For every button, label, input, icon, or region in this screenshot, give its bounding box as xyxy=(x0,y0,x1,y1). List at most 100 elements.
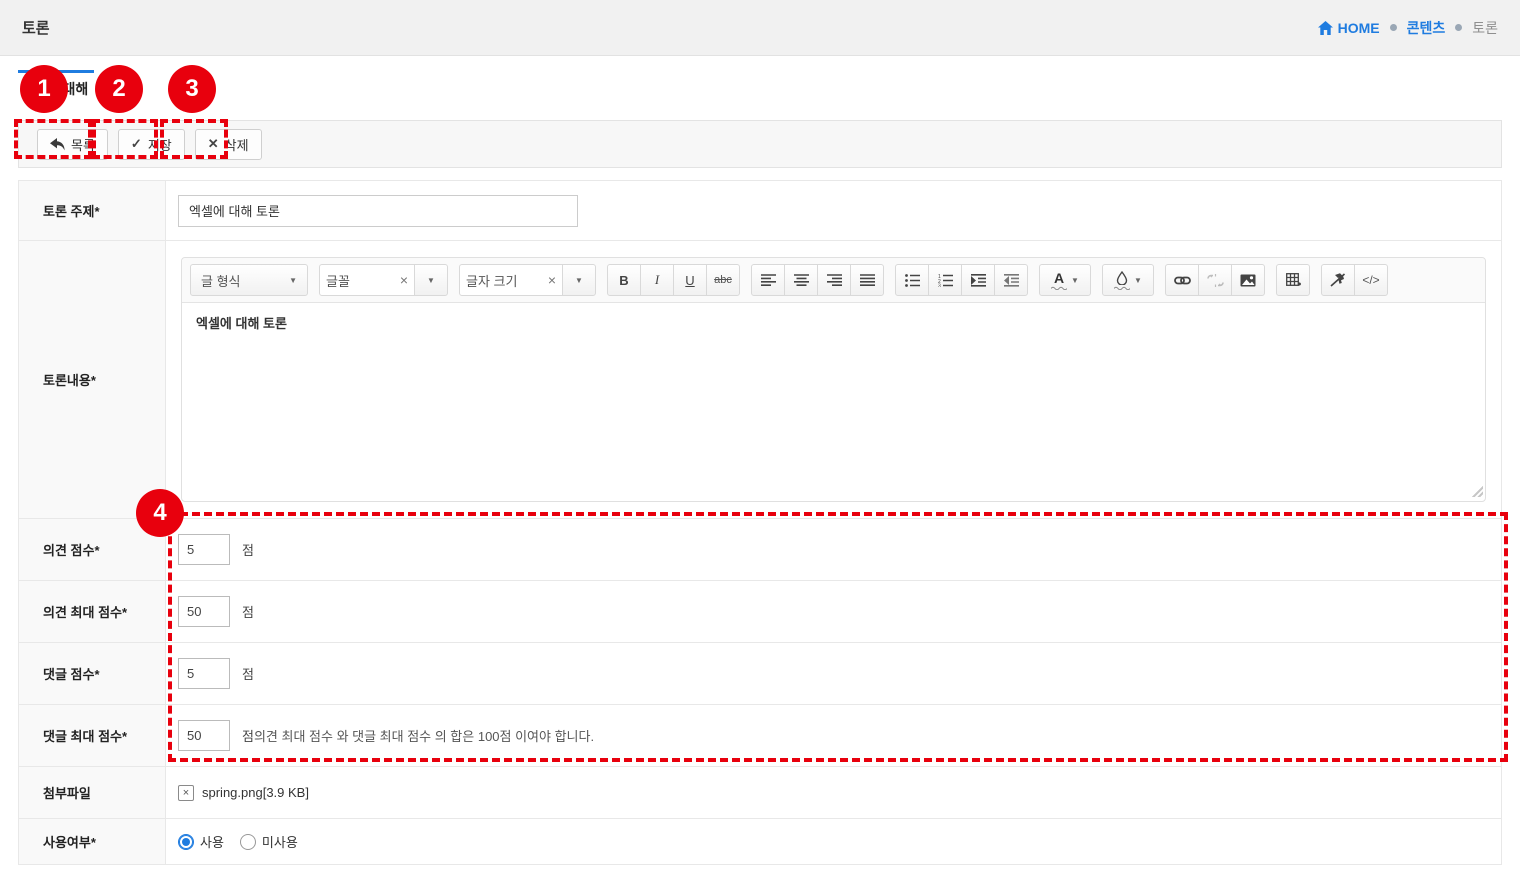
table-icon xyxy=(1285,273,1301,287)
comment-max-score-unit: 점 xyxy=(242,729,254,744)
usage-row: 사용여부* 사용 미사용 xyxy=(19,819,1501,865)
usage-option-unuse[interactable]: 미사용 xyxy=(239,832,298,851)
clear-format-button[interactable] xyxy=(1321,264,1355,296)
usage-label: 사용여부* xyxy=(19,819,166,864)
breadcrumb-section-link[interactable]: 콘텐츠 xyxy=(1407,18,1446,38)
radio-unselected-icon[interactable] xyxy=(239,833,256,850)
topic-input[interactable] xyxy=(178,194,578,227)
rich-text-editor: 글 형식 ▼ 글꼴 × ▼ 글자 크기 × ▼ B I U abc 1 2 3 … xyxy=(181,257,1486,502)
usage-option-use[interactable]: 사용 xyxy=(178,832,224,851)
align-right-button[interactable] xyxy=(817,264,851,296)
image-icon xyxy=(1240,274,1256,287)
main-content: 엑셀에 대해 목록 ✓ 저장 ✕ 삭제 토론 주제* 토론내용* xyxy=(0,70,1520,865)
save-button[interactable]: ✓ 저장 xyxy=(117,128,185,160)
check-icon: ✓ xyxy=(130,136,142,151)
breadcrumb-separator-icon xyxy=(1389,24,1397,31)
align-left-icon xyxy=(760,273,776,287)
align-center-icon xyxy=(793,273,809,287)
italic-button[interactable]: I xyxy=(640,264,674,296)
comment-score-unit: 점 xyxy=(242,667,254,682)
bullet-list-icon xyxy=(904,273,920,287)
remove-link-button[interactable] xyxy=(1198,264,1232,296)
font-size-label: 글자 크기 xyxy=(466,273,518,289)
numbered-list-button[interactable]: 123 xyxy=(928,264,962,296)
align-center-button[interactable] xyxy=(784,264,818,296)
radio-selected-icon[interactable] xyxy=(178,833,194,850)
opinion-max-score-label: 의견 최대 점수* xyxy=(19,581,166,642)
opinion-max-score-input[interactable] xyxy=(178,596,230,627)
resize-handle[interactable] xyxy=(1469,483,1483,497)
breadcrumb-separator-icon xyxy=(1455,24,1463,31)
paragraph-format-label: 글 형식 xyxy=(201,273,241,289)
delete-button[interactable]: ✕ 삭제 xyxy=(194,128,262,160)
attachment-filename[interactable]: spring.png[3.9 KB] xyxy=(202,785,309,800)
comment-score-label: 댓글 점수* xyxy=(19,643,166,704)
comment-score-row: 댓글 점수* 점 xyxy=(19,643,1501,705)
code-icon: </> xyxy=(1362,273,1380,287)
insert-image-button[interactable] xyxy=(1231,264,1265,296)
clear-font-icon[interactable]: × xyxy=(400,272,408,288)
font-family-label: 글꼴 xyxy=(326,273,350,289)
clear-format-icon xyxy=(1330,273,1346,287)
topic-row: 토론 주제* xyxy=(19,181,1501,241)
highlight-color-icon xyxy=(1114,270,1131,290)
numbered-list-icon: 123 xyxy=(938,274,953,287)
indent-button[interactable] xyxy=(961,264,995,296)
insert-table-button[interactable] xyxy=(1276,264,1310,296)
align-justify-icon xyxy=(859,273,875,287)
comment-score-input[interactable] xyxy=(178,658,230,689)
comment-max-score-help: 의견 최대 점수 와 댓글 최대 점수 의 합은 100점 이여야 합니다. xyxy=(253,729,595,744)
font-size-field[interactable]: 글자 크기 × xyxy=(459,264,563,296)
editor-content[interactable]: 엑셀에 대해 토론 xyxy=(182,303,1485,499)
highlight-color-dropdown[interactable]: ▼ xyxy=(1102,264,1154,296)
outdent-button[interactable] xyxy=(994,264,1028,296)
topic-label: 토론 주제* xyxy=(19,181,166,240)
editor-content-text: 엑셀에 대해 토론 xyxy=(196,316,287,331)
align-left-button[interactable] xyxy=(751,264,785,296)
back-arrow-icon xyxy=(50,137,65,151)
opinion-score-unit: 점 xyxy=(242,543,254,558)
align-justify-button[interactable] xyxy=(850,264,884,296)
font-color-icon: A xyxy=(1051,269,1068,290)
content-row: 토론내용* 글 형식 ▼ 글꼴 × ▼ 글자 크기 × ▼ B I U abc … xyxy=(19,241,1501,519)
opinion-max-score-row: 의견 최대 점수* 점 xyxy=(19,581,1501,643)
chevron-down-icon: ▼ xyxy=(289,275,297,285)
font-family-field[interactable]: 글꼴 × xyxy=(319,264,415,296)
font-size-dropdown[interactable]: ▼ xyxy=(562,264,596,296)
list-button-label: 목록 xyxy=(71,137,95,153)
x-icon: ✕ xyxy=(207,136,219,151)
opinion-score-input[interactable] xyxy=(178,534,230,565)
svg-text:3: 3 xyxy=(938,283,941,287)
chevron-down-icon: ▼ xyxy=(1134,275,1142,285)
attachment-delete-icon[interactable]: × xyxy=(178,784,194,801)
editor-toolbar: 글 형식 ▼ 글꼴 × ▼ 글자 크기 × ▼ B I U abc 1 2 3 … xyxy=(182,258,1485,303)
opinion-score-label: 의견 점수* xyxy=(19,519,166,580)
opinion-score-row: 의견 점수* 점 xyxy=(19,519,1501,581)
tab-discussion-title[interactable]: 엑셀에 대해 xyxy=(18,70,95,108)
delete-button-label: 삭제 xyxy=(224,137,249,153)
action-toolbar: 목록 ✓ 저장 ✕ 삭제 xyxy=(18,120,1502,168)
font-color-letter: A xyxy=(1053,269,1065,286)
breadcrumb-home-link[interactable]: HOME xyxy=(1317,20,1380,36)
unlink-icon xyxy=(1206,273,1224,287)
comment-max-score-input[interactable] xyxy=(178,720,230,751)
font-color-dropdown[interactable]: A ▼ xyxy=(1039,264,1091,296)
comment-max-score-label: 댓글 최대 점수* xyxy=(19,705,166,766)
chevron-down-icon: ▼ xyxy=(427,275,435,285)
clear-size-icon[interactable]: × xyxy=(548,272,556,288)
strikethrough-button[interactable]: abc xyxy=(706,264,740,296)
paragraph-format-dropdown[interactable]: 글 형식 ▼ xyxy=(190,264,308,296)
bullet-list-button[interactable] xyxy=(895,264,929,296)
insert-link-button[interactable] xyxy=(1165,264,1199,296)
underline-button[interactable]: U xyxy=(673,264,707,296)
bold-button[interactable]: B xyxy=(607,264,641,296)
list-button[interactable]: 목록 xyxy=(37,128,108,160)
breadcrumb: HOME 콘텐츠 토론 xyxy=(1317,18,1498,38)
align-right-icon xyxy=(826,273,842,287)
font-family-dropdown[interactable]: ▼ xyxy=(414,264,448,296)
usage-option-use-label: 사용 xyxy=(200,835,224,850)
outdent-icon xyxy=(1003,273,1019,287)
attachment-row: 첨부파일 × spring.png[3.9 KB] xyxy=(19,767,1501,819)
chevron-down-icon: ▼ xyxy=(575,275,583,285)
code-view-button[interactable]: </> xyxy=(1354,264,1388,296)
